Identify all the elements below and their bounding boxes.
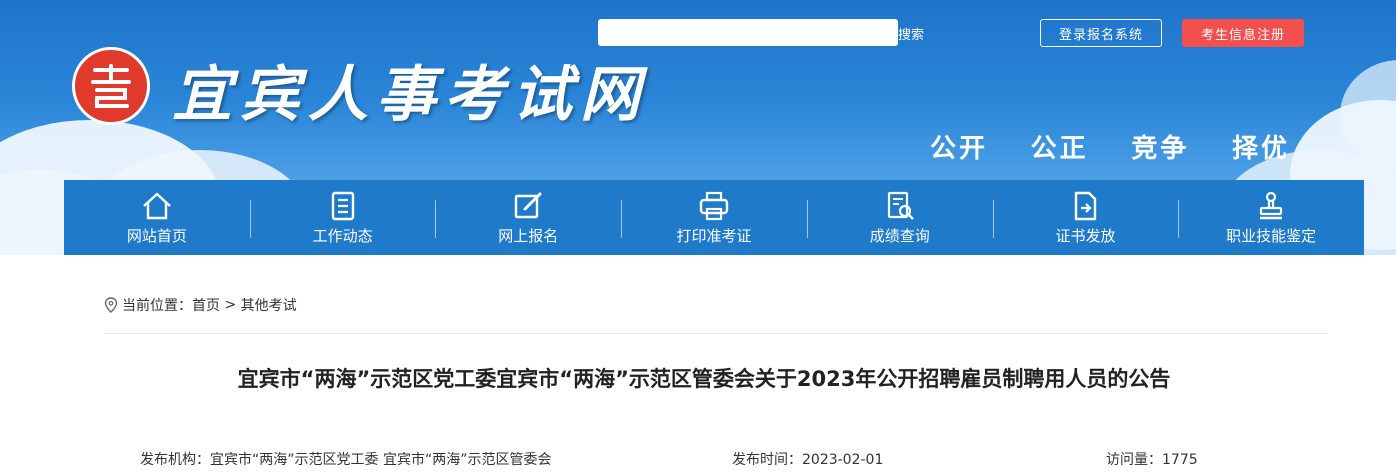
nav-label: 职业技能鉴定 [1226, 227, 1317, 245]
nav-label: 网站首页 [126, 227, 187, 245]
seal-logo-icon [91, 64, 131, 108]
nav-label: 工作动态 [312, 227, 373, 245]
nav-item-certificate[interactable]: 证书发放 [992, 180, 1179, 255]
slogan-word: 公正 [1030, 134, 1089, 164]
certificate-icon [1075, 191, 1097, 221]
site-logo[interactable] [72, 47, 150, 125]
publish-date-value: 2023-02-01 [802, 452, 884, 468]
stamp-icon [1260, 191, 1283, 220]
breadcrumb-separator: > [220, 297, 241, 313]
breadcrumb-prefix: 当前位置： [122, 298, 192, 314]
printer-icon [699, 191, 729, 221]
nav-item-print-admission[interactable]: 打印准考证 [621, 180, 807, 255]
nav-item-home[interactable]: 网站首页 [64, 180, 250, 255]
site-title: 宜宾人事考试网 [172, 60, 648, 130]
nav-item-work-news[interactable]: 工作动态 [249, 180, 436, 255]
nav-label: 成绩查询 [869, 227, 930, 245]
slogan-word: 择优 [1231, 134, 1290, 164]
publish-date-label: 发布时间： [732, 452, 802, 468]
breadcrumb-home-link[interactable]: 首页 [192, 295, 220, 315]
login-system-button[interactable]: 登录报名系统 [1040, 19, 1162, 47]
search-document-icon [887, 191, 914, 220]
slogan-word: 公开 [930, 134, 989, 164]
slogan-word: 竞争 [1131, 134, 1190, 164]
view-count-value: 1775 [1162, 452, 1198, 468]
breadcrumb: 当前位置： 首页 > 其他考试 [104, 295, 297, 315]
search-input[interactable] [598, 19, 898, 46]
location-pin-icon [104, 297, 118, 313]
view-count: 访问量：1775 [1106, 449, 1198, 469]
article-container: 当前位置： 首页 > 其他考试 宜宾市“两海”示范区党工委宜宾市“两海”示范区管… [64, 255, 1364, 476]
article-title: 宜宾市“两海”示范区党工委宜宾市“两海”示范区管委会关于2023年公开招聘雇员制… [237, 367, 1171, 391]
nav-label: 打印准考证 [676, 227, 752, 245]
publisher-value: 宜宾市“两海”示范区党工委 宜宾市“两海”示范区管委会 [210, 452, 552, 468]
nav-label: 网上报名 [498, 227, 559, 245]
publisher-label: 发布机构： [140, 452, 210, 468]
slogan: 公开 公正 竞争 择优 [930, 128, 1290, 165]
nav-item-skill-assessment[interactable]: 职业技能鉴定 [1178, 180, 1364, 255]
divider [104, 333, 1326, 334]
breadcrumb-current-link[interactable]: 其他考试 [241, 295, 297, 315]
edit-icon [515, 192, 542, 219]
home-icon [143, 192, 171, 220]
view-count-label: 访问量： [1106, 452, 1162, 468]
search-button[interactable]: 搜索 [898, 24, 924, 43]
nav-item-online-registration[interactable]: 网上报名 [435, 180, 621, 255]
nav-label: 证书发放 [1055, 227, 1116, 245]
nav-item-score-query[interactable]: 成绩查询 [806, 180, 993, 255]
publisher-info: 发布机构：宜宾市“两海”示范区党工委 宜宾市“两海”示范区管委会 [140, 449, 551, 469]
register-button[interactable]: 考生信息注册 [1182, 19, 1304, 47]
main-nav: 网站首页 工作动态 网上报名 打印准考证 成绩查询 证书发放 职业技能鉴定 [64, 180, 1364, 255]
document-list-icon [331, 191, 354, 221]
publish-date: 发布时间：2023-02-01 [732, 449, 883, 469]
